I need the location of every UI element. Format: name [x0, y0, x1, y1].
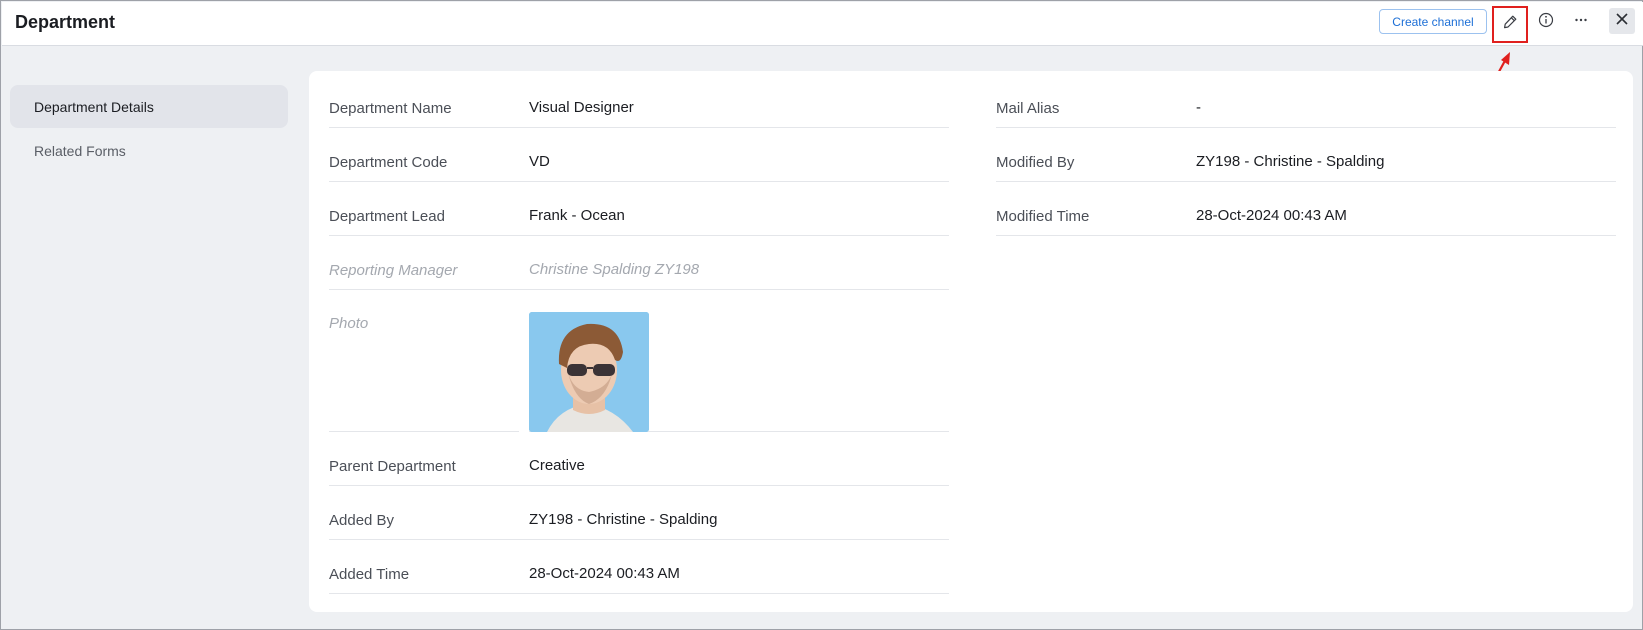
close-icon [1615, 12, 1629, 31]
page-title: Department [15, 12, 116, 32]
more-icon [1573, 12, 1589, 33]
field-added-by: Added By ZY198 - Christine - Spalding [329, 486, 949, 540]
field-mail-alias: Mail Alias - [996, 74, 1616, 128]
info-button[interactable] [1532, 9, 1560, 35]
field-label: Added By [329, 486, 529, 540]
info-icon [1538, 12, 1554, 33]
field-label: Reporting Manager [329, 236, 529, 290]
field-label: Photo [329, 297, 519, 432]
edit-button[interactable] [1492, 6, 1528, 43]
close-button[interactable] [1609, 8, 1635, 34]
field-department-name: Department Name Visual Designer [329, 74, 949, 128]
dialog-header: Department Create channel [2, 2, 1643, 46]
field-label: Parent Department [329, 432, 529, 486]
field-department-code: Department Code VD [329, 128, 949, 182]
field-reporting-manager: Reporting Manager Christine Spalding ZY1… [329, 236, 949, 290]
field-value: Christine Spalding ZY198 [529, 236, 949, 290]
field-modified-by: Modified By ZY198 - Christine - Spalding [996, 128, 1616, 182]
field-value: 28-Oct-2024 00:43 AM [1196, 182, 1616, 236]
field-label: Modified Time [996, 182, 1196, 236]
field-label: Added Time [329, 540, 529, 594]
field-value: Frank - Ocean [529, 182, 949, 236]
field-value: 28-Oct-2024 00:43 AM [529, 540, 949, 594]
field-value: Visual Designer [529, 74, 949, 128]
create-channel-button[interactable]: Create channel [1379, 9, 1487, 34]
field-value: ZY198 - Christine - Spalding [1196, 128, 1616, 182]
field-value [529, 297, 949, 432]
field-department-lead: Department Lead Frank - Ocean [329, 182, 949, 236]
field-parent-department: Parent Department Creative [329, 432, 949, 486]
field-label: Department Lead [329, 182, 529, 236]
field-label: Mail Alias [996, 74, 1196, 128]
edit-icon [1502, 14, 1518, 35]
sidebar-item-department-details[interactable]: Department Details [10, 85, 288, 128]
sidebar-item-related-forms[interactable]: Related Forms [10, 129, 288, 172]
field-value: Creative [529, 432, 949, 486]
department-photo[interactable] [529, 312, 649, 432]
field-modified-time: Modified Time 28-Oct-2024 00:43 AM [996, 182, 1616, 236]
field-added-time: Added Time 28-Oct-2024 00:43 AM [329, 540, 949, 594]
field-label: Department Code [329, 128, 529, 182]
field-value: ZY198 - Christine - Spalding [529, 486, 949, 540]
department-dialog: Department Create channel Department Det… [0, 0, 1643, 630]
more-options-button[interactable] [1567, 9, 1595, 35]
field-label: Department Name [329, 74, 529, 128]
field-value: - [1196, 74, 1616, 128]
avatar-illustration-icon [529, 312, 649, 432]
field-value: VD [529, 128, 949, 182]
field-label: Modified By [996, 128, 1196, 182]
